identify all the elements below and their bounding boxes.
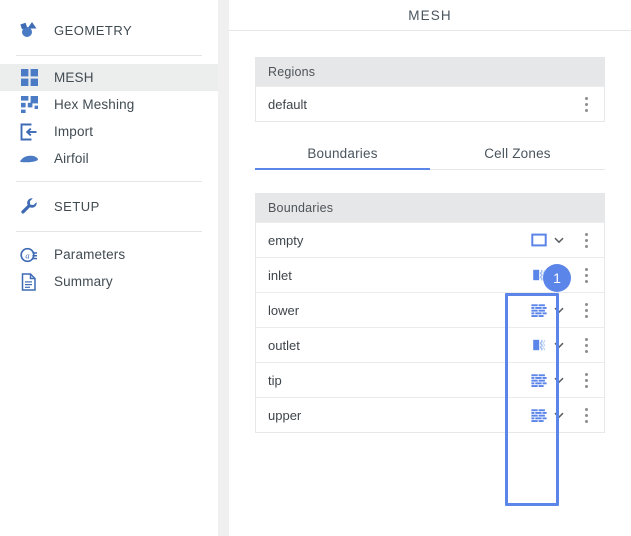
kebab-menu-icon[interactable] [574,262,598,288]
chevron-down-icon[interactable] [552,338,566,352]
page-title: MESH [408,7,452,23]
sidebar-group-label: GEOMETRY [54,22,133,38]
svg-text:a: a [25,250,29,260]
main-panel-header: MESH [229,0,631,31]
wall-brick-icon [530,406,548,424]
airfoil-icon [18,148,40,170]
boundary-type-selector[interactable] [522,336,574,354]
sidebar-divider [16,181,202,182]
sidebar-item-label: MESH [54,70,94,85]
boundary-type-selector[interactable] [522,231,574,249]
boundaries-header-label: Boundaries [268,201,334,215]
sidebar-item-summary[interactable]: Summary [0,268,218,295]
kebab-menu-icon[interactable] [574,367,598,393]
sidebar-item-label: Airfoil [54,151,89,166]
sidebar-item-label: Import [54,124,94,139]
sidebar-item-hex-meshing[interactable]: Hex Meshing [0,91,218,118]
tab-label: Boundaries [307,146,378,161]
table-row[interactable]: empty [256,222,604,257]
table-row[interactable]: default [256,86,604,121]
sidebar-item-mesh[interactable]: MESH [0,64,218,91]
boundary-name: inlet [268,267,292,283]
boundary-type-selector[interactable] [522,301,574,319]
sidebar-divider [16,231,202,232]
tab-label: Cell Zones [484,146,551,161]
grid-squares-icon [18,67,40,89]
sidebar-group-label: SETUP [54,198,100,214]
sidebar-item-label: Parameters [54,247,126,262]
table-row[interactable]: tip [256,362,604,397]
tab-cell-zones[interactable]: Cell Zones [430,146,605,169]
boundary-name: empty [268,232,304,248]
kebab-menu-icon[interactable] [574,402,598,428]
geometry-shapes-icon [18,19,40,41]
panel-body: Regions default Boundaries Cell Zones Bo… [229,57,631,433]
document-icon [18,271,40,293]
annotation-step-badge: 1 [543,264,571,292]
regions-card: Regions default [255,57,605,122]
table-row[interactable]: outlet [256,327,604,362]
sidebar-item-import[interactable]: Import [0,118,218,145]
tab-boundaries[interactable]: Boundaries [255,146,430,170]
sidebar-item-label: Summary [54,274,113,289]
panel-splitter[interactable] [218,0,229,536]
boundaries-card: Boundaries empty inlet lower outlet tip … [255,193,605,433]
left-sidebar: GEOMETRY MESH Hex Meshing Import Airfoil… [0,0,218,536]
table-row[interactable]: lower [256,292,604,327]
region-name: default [268,96,308,112]
sidebar-group-setup[interactable]: SETUP [0,190,218,222]
main-panel: MESH Regions default Boundaries Cell Zon… [229,0,631,536]
kebab-menu-icon[interactable] [574,332,598,358]
sidebar-item-label: Hex Meshing [54,97,135,112]
boundaries-card-header: Boundaries [256,194,604,222]
sidebar-item-parameters[interactable]: a Parameters [0,241,218,268]
kebab-menu-icon[interactable] [574,227,598,253]
wall-brick-icon [530,301,548,319]
chevron-down-icon[interactable] [552,408,566,422]
regions-card-header: Regions [256,58,604,86]
chevron-down-icon[interactable] [552,233,566,247]
parameters-icon: a [18,244,40,266]
boundary-name: lower [268,302,300,318]
kebab-menu-icon[interactable] [574,91,598,117]
empty-square-icon [530,231,548,249]
boundary-name: upper [268,407,302,423]
regions-header-label: Regions [268,65,316,79]
sidebar-item-airfoil[interactable]: Airfoil [0,145,218,172]
annotation-step-number: 1 [553,270,561,286]
outlet-patch-icon [530,336,548,354]
boundary-type-selector[interactable] [522,406,574,424]
boundary-type-selector[interactable] [522,371,574,389]
boundaries-cellzones-tabs: Boundaries Cell Zones [255,146,605,170]
kebab-menu-icon[interactable] [574,297,598,323]
application-window: GEOMETRY MESH Hex Meshing Import Airfoil… [0,0,631,536]
chevron-down-icon[interactable] [552,373,566,387]
table-row[interactable]: upper [256,397,604,432]
boundary-name: tip [268,372,282,388]
chevron-down-icon[interactable] [552,303,566,317]
wrench-icon [18,195,40,217]
hex-blocks-icon [18,94,40,116]
sidebar-group-geometry[interactable]: GEOMETRY [0,14,218,46]
boundary-name: outlet [268,337,300,353]
sidebar-divider [16,55,202,56]
import-arrow-icon [18,121,40,143]
wall-brick-icon [530,371,548,389]
